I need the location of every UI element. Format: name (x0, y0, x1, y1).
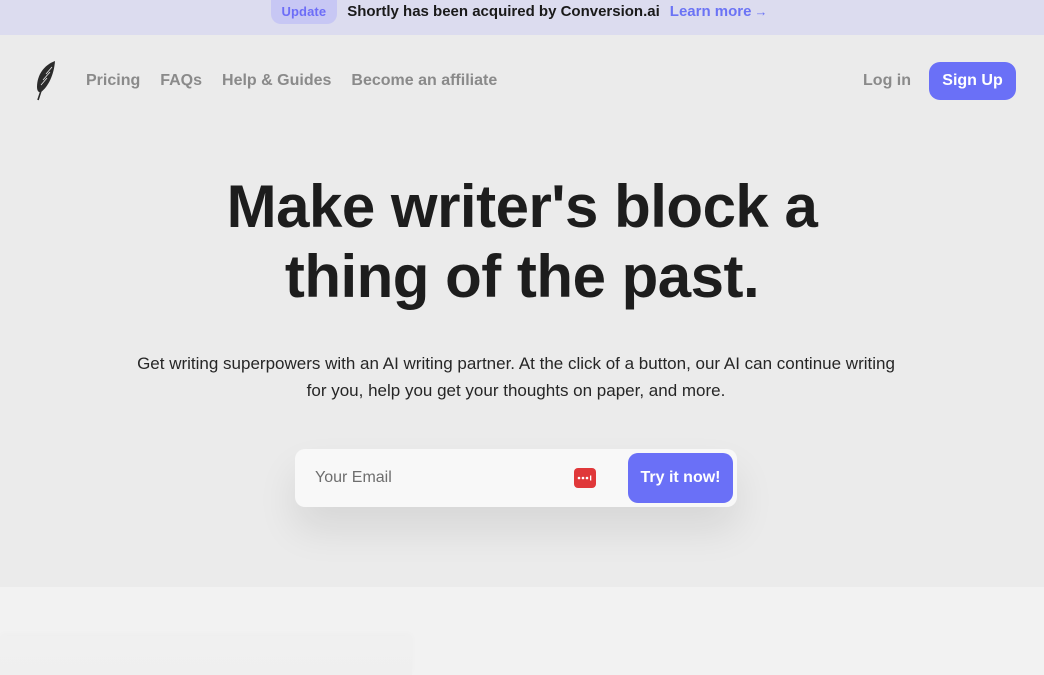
learn-more-link[interactable]: Learn more → (670, 3, 768, 20)
hero-title-line-2: thing of the past. (284, 243, 760, 310)
password-manager-icon[interactable] (574, 468, 596, 488)
nav-link-help-guides[interactable]: Help & Guides (222, 72, 331, 90)
feather-icon[interactable] (34, 59, 58, 103)
hero-title-line-1: Make writer's block a (226, 173, 818, 240)
announcement-text: Shortly has been acquired by Conversion.… (347, 3, 660, 20)
arrow-right-icon: → (754, 4, 768, 19)
update-badge: Update (270, 0, 338, 24)
next-section-card (0, 636, 412, 675)
nav-link-become-affiliate[interactable]: Become an affiliate (351, 72, 497, 90)
top-navigation: Pricing FAQs Help & Guides Become an aff… (0, 35, 1044, 127)
nav-actions: Log in Sign Up (863, 62, 1016, 100)
nav-link-pricing[interactable]: Pricing (86, 72, 140, 90)
email-signup-form: Try it now! (295, 449, 737, 507)
learn-more-label: Learn more (669, 3, 752, 20)
announcement-bar: Update Shortly has been acquired by Conv… (0, 0, 1044, 35)
try-it-now-button[interactable]: Try it now! (628, 453, 733, 503)
signup-button[interactable]: Sign Up (929, 62, 1016, 100)
hero-subtitle: Get writing superpowers with an AI writi… (137, 354, 895, 400)
announcement-content: Update Shortly has been acquired by Conv… (270, 0, 768, 24)
hero-title: Make writer's block a thing of the past. (0, 172, 1044, 312)
nav-links: Pricing FAQs Help & Guides Become an aff… (86, 72, 497, 90)
email-input[interactable] (315, 458, 574, 498)
nav-link-faqs[interactable]: FAQs (160, 72, 202, 90)
login-link[interactable]: Log in (863, 72, 911, 90)
